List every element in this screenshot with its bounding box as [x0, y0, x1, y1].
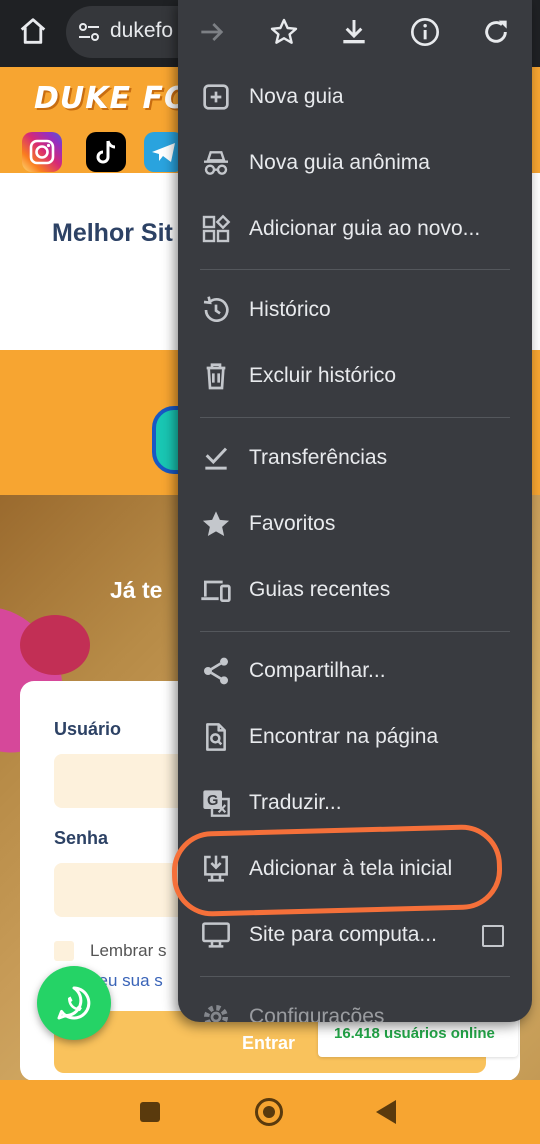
hero-title: Melhor Sit: [52, 219, 173, 247]
menu-divider: [200, 976, 510, 977]
add-to-group-icon: [202, 214, 231, 243]
url-text[interactable]: dukefo: [110, 19, 173, 43]
password-label: Senha: [54, 828, 109, 848]
recents-icon[interactable]: [140, 1102, 160, 1122]
site-settings-icon[interactable]: [78, 22, 100, 42]
menu-item-label: Guias recentes: [249, 578, 391, 601]
menu-item-downloads[interactable]: Transferências: [178, 427, 532, 489]
menu-item-label: Configurações: [249, 1005, 385, 1022]
menu-item-label: Nova guia anônima: [249, 151, 430, 174]
menu-item-label: Compartilhar...: [249, 659, 386, 682]
username-label: Usuário: [54, 719, 122, 739]
incognito-icon: [204, 151, 228, 175]
menu-item-label: Nova guia: [249, 85, 344, 108]
login-button-label: Entrar: [242, 1033, 296, 1053]
menu-divider: [200, 269, 510, 270]
star-filled-icon: [202, 511, 230, 536]
menu-item-translate[interactable]: G Traduzir...: [178, 772, 532, 834]
share-icon: [204, 657, 228, 685]
back-triangle-icon[interactable]: [376, 1100, 396, 1124]
find-in-page-icon: [206, 723, 226, 751]
menu-item-incognito-tab[interactable]: Nova guia anônima: [178, 132, 532, 194]
desktop-site-checkbox[interactable]: [482, 925, 504, 947]
flower-decoration: [20, 615, 90, 675]
site-logo[interactable]: DUKE FO: [34, 81, 190, 116]
whatsapp-button[interactable]: [37, 966, 111, 1040]
menu-item-label: Transferências: [249, 446, 388, 469]
plus-box-icon: [203, 84, 229, 110]
online-users-text: 16.418 usuários online: [334, 1025, 495, 1042]
tiktok-icon[interactable]: [86, 132, 126, 172]
menu-item-label: Traduzir...: [249, 791, 342, 814]
remember-label: Lembrar s: [90, 941, 167, 960]
menu-item-recent-tabs[interactable]: Guias recentes: [178, 559, 532, 621]
download-icon[interactable]: [338, 16, 370, 48]
menu-item-add-tab-to-group[interactable]: Adicionar guia ao novo...: [178, 198, 532, 260]
menu-item-share[interactable]: Compartilhar...: [178, 640, 532, 702]
menu-item-label: Site para computa...: [249, 923, 437, 946]
menu-item-bookmarks[interactable]: Favoritos: [178, 493, 532, 555]
menu-item-settings[interactable]: Configurações: [178, 986, 532, 1022]
menu-item-history[interactable]: Histórico: [178, 279, 532, 341]
home-icon[interactable]: [16, 14, 50, 48]
highlight-annotation: [170, 823, 504, 918]
forward-arrow-icon[interactable]: [196, 16, 228, 48]
menu-item-clear-history[interactable]: Excluir histórico: [178, 345, 532, 407]
translate-icon: G: [203, 790, 230, 817]
desktop-icon: [202, 922, 230, 948]
menu-divider: [200, 631, 510, 632]
menu-item-label: Favoritos: [249, 512, 336, 535]
menu-item-label: Histórico: [249, 298, 331, 321]
menu-item-label: Adicionar guia ao novo...: [249, 217, 481, 240]
menu-item-find-in-page[interactable]: Encontrar na página: [178, 706, 532, 768]
remember-checkbox[interactable]: [54, 941, 74, 961]
welcome-heading: Já te: [110, 577, 163, 603]
system-nav-bar: [0, 1080, 540, 1144]
svg-text:G: G: [207, 793, 218, 809]
history-icon: [203, 296, 229, 322]
menu-item-label: Excluir histórico: [249, 364, 397, 387]
instagram-icon[interactable]: [22, 132, 62, 172]
settings-icon: [204, 1005, 228, 1022]
trash-icon: [206, 363, 226, 390]
star-outline-icon[interactable]: [268, 16, 300, 48]
menu-item-label: Encontrar na página: [249, 725, 439, 748]
reload-icon[interactable]: [480, 16, 512, 48]
menu-toolbar: [178, 0, 532, 64]
menu-divider: [200, 417, 510, 418]
menu-item-new-tab[interactable]: Nova guia: [178, 66, 532, 128]
info-icon[interactable]: [409, 16, 441, 48]
devices-icon: [201, 580, 231, 602]
whatsapp-icon: [57, 986, 91, 1020]
home-circle-icon[interactable]: [255, 1098, 283, 1126]
download-check-icon: [205, 447, 228, 470]
